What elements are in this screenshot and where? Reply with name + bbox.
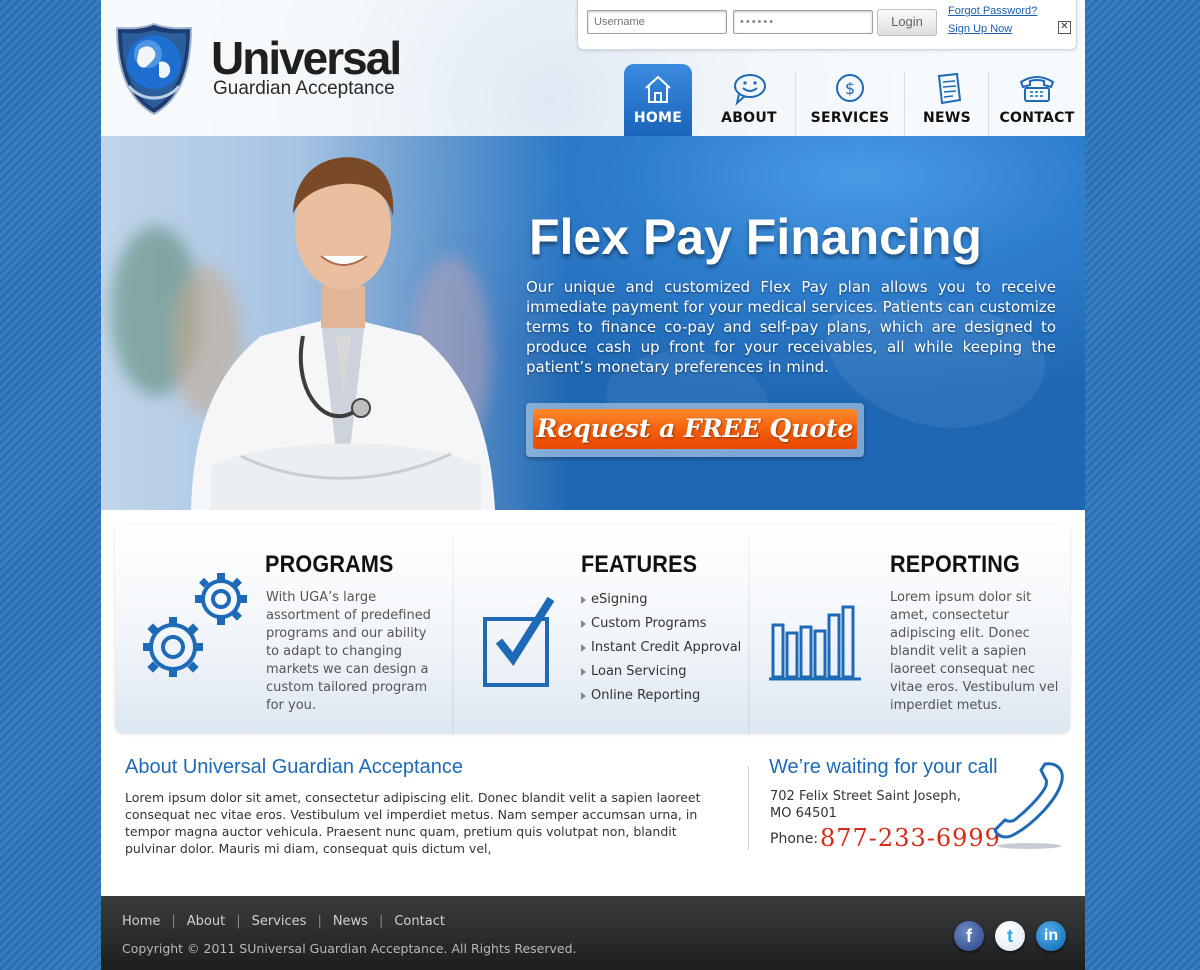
gears-icon	[143, 573, 247, 677]
about-text: Lorem ipsum dolor sit amet, consectetur …	[125, 790, 701, 856]
bullet-arrow-icon	[581, 668, 586, 676]
feature-panel: PROGRAMS With UGA’s large assortment of …	[115, 525, 1070, 733]
login-panel: Login Forgot Password? Sign Up Now ✕	[577, 0, 1077, 50]
address-line-1: 702 Felix Street Saint Joseph,	[770, 789, 961, 804]
footer-link-news[interactable]: News	[333, 914, 368, 929]
facebook-icon[interactable]: f	[954, 921, 984, 951]
bullet-arrow-icon	[581, 620, 586, 628]
column-divider	[452, 535, 454, 733]
section-divider	[748, 766, 749, 850]
logo-title: Universal	[211, 32, 402, 84]
telephone-icon	[1019, 76, 1055, 102]
globe-shield-icon	[115, 22, 193, 116]
doctor-image	[191, 157, 495, 510]
bullet-arrow-icon	[581, 692, 586, 700]
feature-item: Loan Servicing	[581, 660, 741, 684]
hero-banner: Flex Pay Financing Our unique and custom…	[101, 136, 1085, 510]
feature-item: Custom Programs	[581, 612, 741, 636]
header: Universal Guardian Acceptance Login Forg…	[101, 0, 1085, 136]
telephone-handset-icon	[993, 762, 1064, 849]
password-input[interactable]	[733, 10, 873, 34]
feature-item: Instant Credit Approval	[581, 636, 741, 660]
contact-address: 702 Felix Street Saint Joseph, MO 64501	[770, 788, 961, 822]
reporting-title: REPORTING	[890, 551, 1021, 578]
programs-title: PROGRAMS	[265, 551, 394, 578]
footer-separator: |	[236, 914, 241, 929]
close-icon[interactable]: ✕	[1058, 21, 1071, 34]
smiley-chat-icon	[734, 74, 766, 106]
column-divider	[748, 535, 750, 733]
checkbox-icon	[483, 597, 555, 687]
page: Universal Guardian Acceptance Login Forg…	[101, 0, 1085, 970]
logo-subtitle: Guardian Acceptance	[213, 78, 395, 99]
nav-about-label: ABOUT	[721, 110, 777, 126]
nav-contact-label: CONTACT	[999, 110, 1075, 126]
username-input[interactable]	[587, 10, 727, 34]
home-icon	[645, 75, 671, 103]
footer: Home | About | Services | News | Contact Copyrig…	[101, 896, 1085, 970]
bullet-arrow-icon	[581, 644, 586, 652]
signup-link[interactable]: Sign Up Now	[948, 23, 1012, 35]
phone-label: Phone:	[770, 831, 819, 847]
main-nav: HOME ABOUT $ SERVICES NEWS CONTACT	[624, 64, 1085, 136]
contact-title: We’re waiting for your call	[769, 756, 998, 778]
footer-link-contact[interactable]: Contact	[394, 914, 445, 929]
nav-services[interactable]: $ SERVICES	[796, 64, 904, 136]
twitter-icon[interactable]: t	[995, 921, 1025, 951]
footer-separator: |	[317, 914, 322, 929]
features-list: eSigning Custom Programs Instant Credit …	[581, 588, 741, 708]
nav-home-label: HOME	[633, 110, 683, 126]
forgot-password-link[interactable]: Forgot Password?	[948, 5, 1037, 17]
footer-separator: |	[171, 914, 176, 929]
bar-chart-icon	[769, 605, 861, 681]
bullet-arrow-icon	[581, 596, 586, 604]
footer-link-services[interactable]: Services	[252, 914, 307, 929]
feature-item: eSigning	[581, 588, 741, 612]
nav-home[interactable]: HOME	[624, 64, 692, 136]
svg-text:$: $	[845, 79, 855, 98]
hero-title: Flex Pay Financing	[529, 209, 982, 265]
hero-description: Our unique and customized Flex Pay plan …	[526, 278, 1056, 376]
nav-about[interactable]: ABOUT	[702, 64, 796, 136]
footer-link-home[interactable]: Home	[122, 914, 160, 929]
linkedin-icon[interactable]: in	[1036, 921, 1066, 951]
footer-link-about[interactable]: About	[187, 914, 225, 929]
nav-contact[interactable]: CONTACT	[989, 64, 1085, 136]
logo[interactable]: Universal Guardian Acceptance	[115, 22, 405, 118]
phone-number[interactable]: 877-233-6999	[820, 824, 1001, 852]
footer-separator: |	[378, 914, 384, 929]
nav-news[interactable]: NEWS	[905, 64, 989, 136]
dollar-icon: $	[836, 74, 864, 102]
request-quote-button[interactable]: Request a FREE Quote	[533, 409, 857, 449]
quote-button-frame: Request a FREE Quote	[526, 403, 864, 457]
address-line-2: MO 64501	[770, 806, 837, 821]
login-button[interactable]: Login	[877, 9, 937, 36]
about-title: About Universal Guardian Acceptance	[125, 756, 463, 778]
reporting-text: Lorem ipsum dolor sit amet, consectetur …	[890, 590, 1059, 713]
programs-text: With UGA’s large assortment of predefine…	[266, 590, 431, 713]
copyright-text: Copyright © 2011 SUniversal Guardian Acc…	[122, 941, 577, 956]
features-title: FEATURES	[581, 551, 698, 578]
nav-services-label: SERVICES	[810, 110, 890, 126]
footer-nav: Home | About | Services | News | Contact	[122, 914, 445, 929]
document-icon	[937, 72, 962, 105]
feature-item: Online Reporting	[581, 684, 741, 708]
nav-news-label: NEWS	[922, 110, 971, 126]
